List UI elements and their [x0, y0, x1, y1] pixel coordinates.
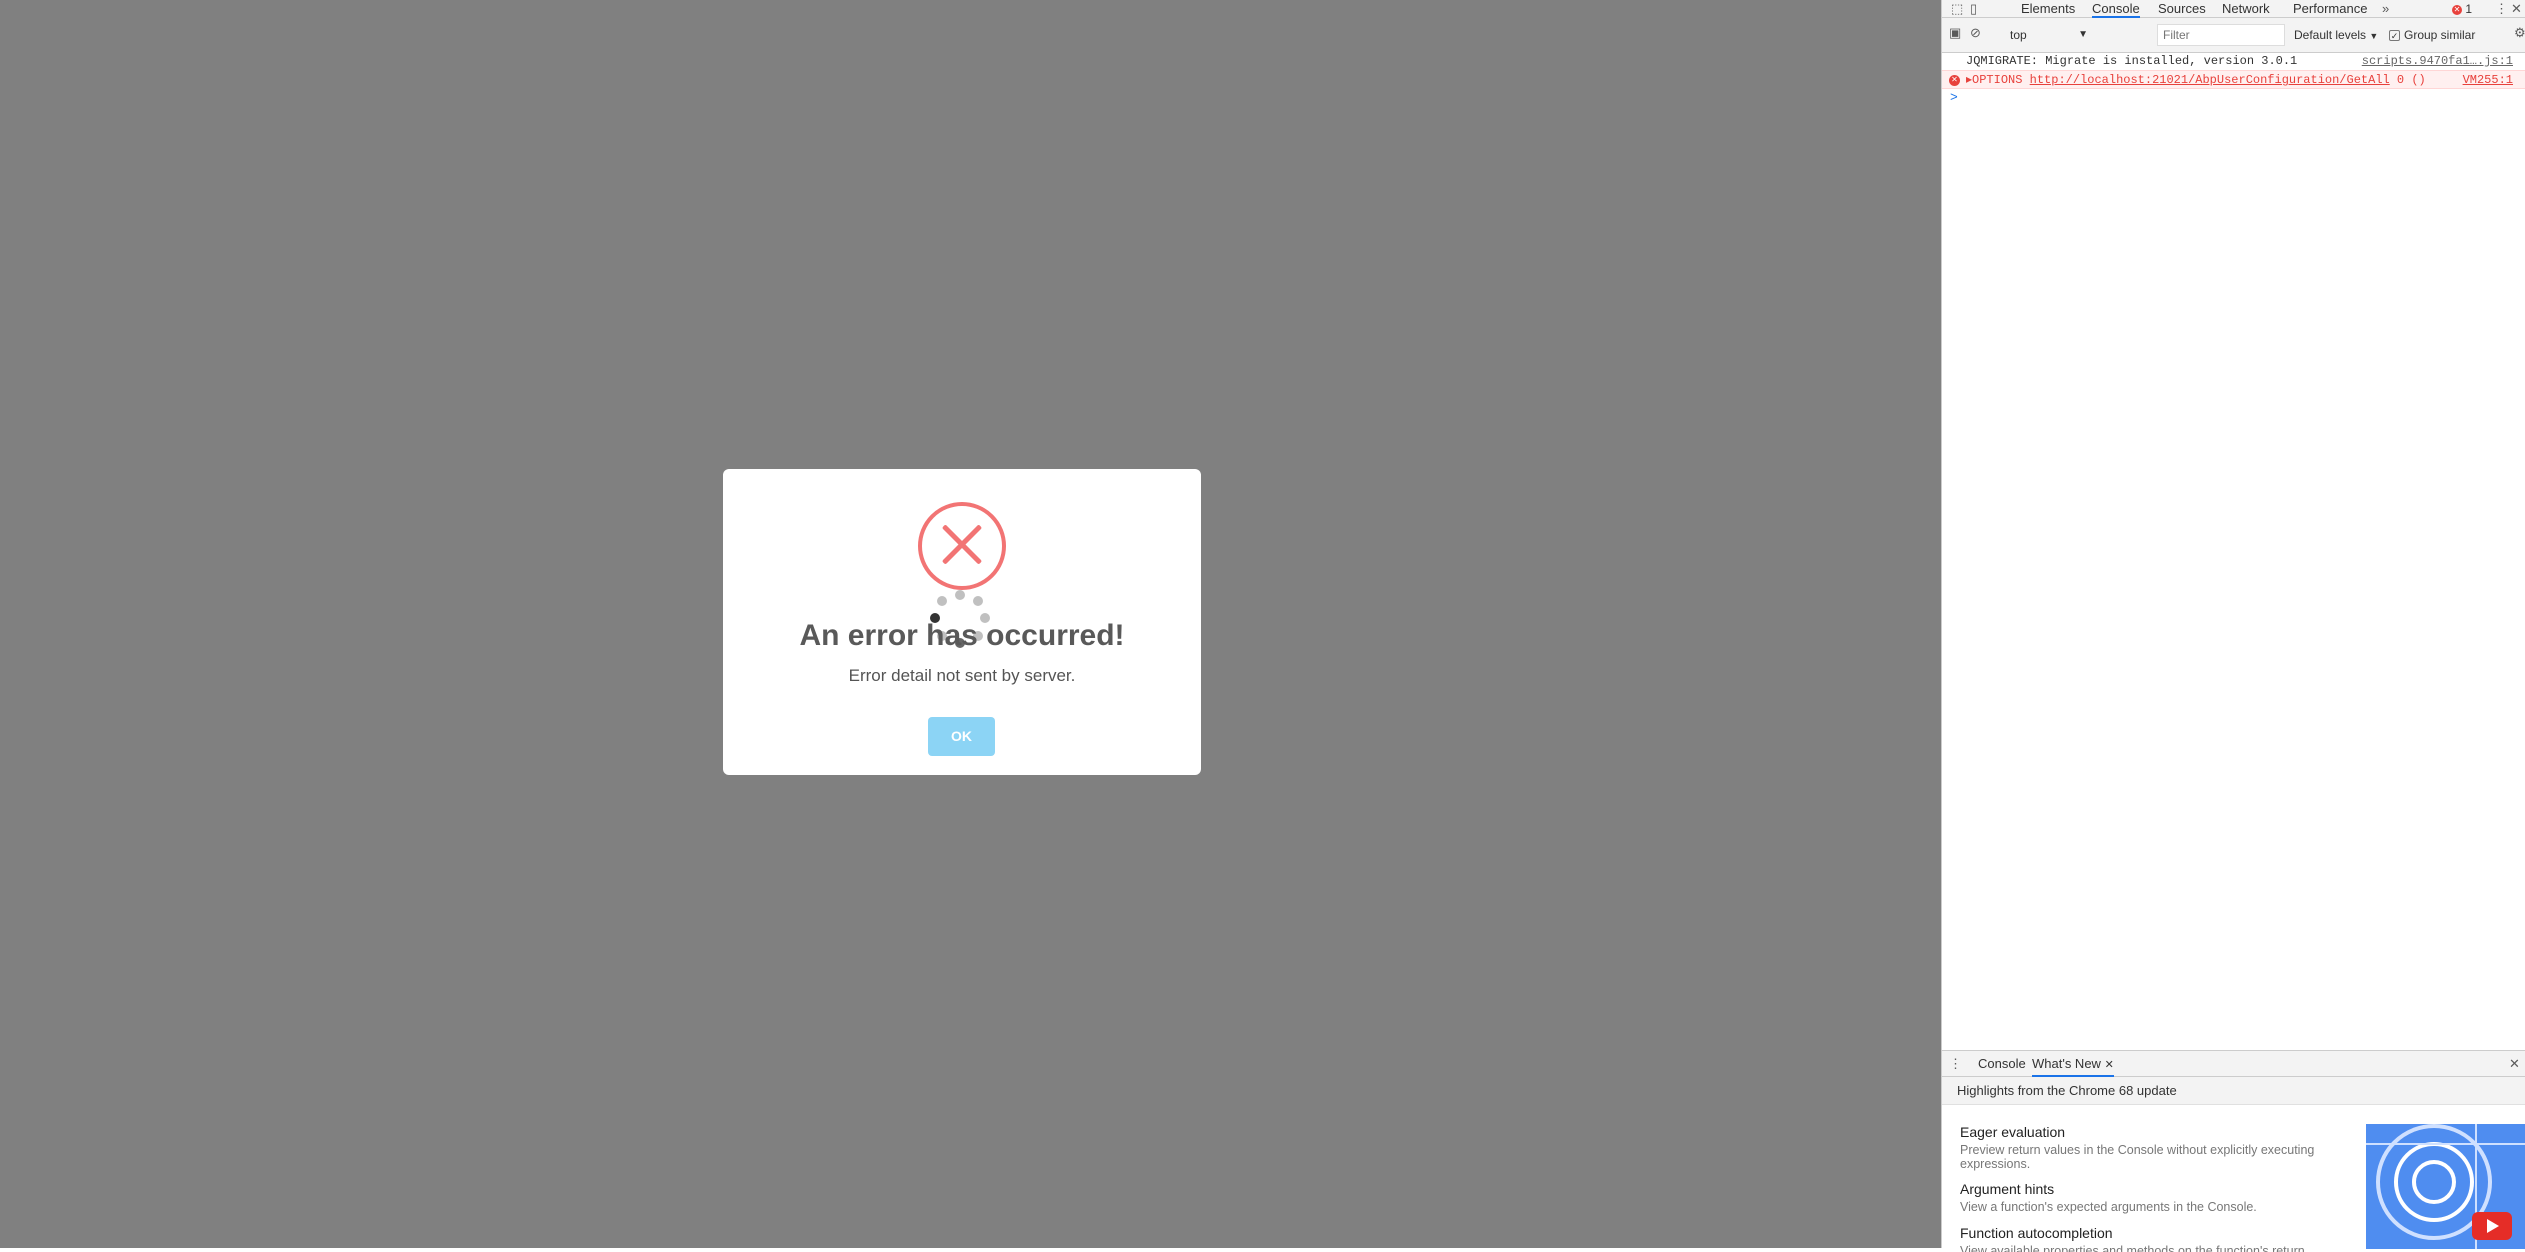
group-similar-checkbox[interactable]: ✓ Group similar: [2389, 24, 2475, 46]
context-select[interactable]: top ▼: [2010, 25, 2088, 45]
devtools-tabbar: ⬚ ▯ Elements Console Sources Network Per…: [1942, 0, 2525, 18]
dialog-message: Error detail not sent by server.: [848, 666, 1076, 685]
feature-title: Argument hints: [1960, 1181, 2055, 1197]
feature-desc: View available properties and methods on…: [1960, 1244, 2305, 1252]
ok-button[interactable]: OK: [928, 717, 995, 756]
log-url-link[interactable]: http://localhost:21021/AbpUserConfigurat…: [2030, 73, 2390, 87]
tab-elements[interactable]: Elements: [2021, 0, 2075, 18]
error-icon: ✕: [2452, 4, 2462, 15]
devtools-drawer: ⋮ Console What's New ✕ ✕ Highlights from…: [1942, 1050, 2525, 1252]
feature-desc: View a function's expected arguments in …: [1960, 1200, 2257, 1214]
context-value: top: [2010, 28, 2027, 42]
error-count-value: 1: [2465, 2, 2473, 16]
settings-gear-icon[interactable]: ⚙: [2514, 24, 2525, 42]
dropdown-caret-icon: ▼: [2369, 31, 2379, 41]
error-counter[interactable]: ✕ 1: [2452, 0, 2472, 18]
error-icon: ✕: [1949, 75, 1960, 86]
drawer-menu-icon[interactable]: ⋮: [1949, 1055, 1962, 1073]
log-status: 0 (): [2396, 73, 2426, 87]
feature-item[interactable]: Argument hints View a function's expecte…: [1960, 1181, 2340, 1214]
sidebar-toggle-icon[interactable]: ▣: [1949, 24, 1961, 42]
log-method: OPTIONS: [1972, 73, 2023, 87]
filter-input[interactable]: [2157, 24, 2285, 46]
feature-title: Function autocompletion: [1960, 1225, 2113, 1241]
menu-kebab-icon[interactable]: ⋮: [2495, 0, 2508, 18]
dropdown-caret-icon: ▼: [2078, 29, 2088, 40]
log-source-link[interactable]: scripts.9470fa1….js:1: [2362, 52, 2513, 71]
levels-label: Default levels: [2294, 28, 2367, 42]
dialog-title: An error has occurred!: [799, 619, 1125, 652]
feature-item[interactable]: Function autocompletion View available p…: [1960, 1225, 2340, 1252]
drawer-tab-label: What's New: [2032, 1056, 2101, 1071]
console-error-entry: ✕ ▸OPTIONS http://localhost:21021/AbpUse…: [1942, 70, 2525, 89]
console-prompt[interactable]: >: [1950, 90, 1958, 105]
checkbox-checked-icon: ✓: [2389, 30, 2400, 42]
group-similar-label: Group similar: [2404, 28, 2476, 42]
log-text: JQMIGRATE: Migrate is installed, version…: [1966, 54, 2298, 68]
error-x-icon: [918, 502, 1006, 590]
close-devtools-icon[interactable]: ✕: [2511, 0, 2522, 18]
more-tabs-icon[interactable]: »: [2382, 0, 2389, 18]
tab-sources[interactable]: Sources: [2158, 0, 2206, 18]
tab-performance[interactable]: Performance: [2293, 0, 2367, 18]
devtools-panel: ⬚ ▯ Elements Console Sources Network Per…: [1941, 0, 2525, 1252]
chrome-graphic-icon: [2366, 1124, 2525, 1249]
close-tab-icon[interactable]: ✕: [2105, 1059, 2114, 1071]
tab-network[interactable]: Network: [2222, 0, 2270, 18]
tab-console[interactable]: Console: [2092, 0, 2140, 18]
console-toolbar: ▣ ⊘ top ▼ Default levels ▼ ✓ Group simila…: [1942, 18, 2525, 53]
page-overlay: An error has occurred! Error detail not …: [0, 0, 1941, 1248]
drawer-tab-whats-new[interactable]: What's New ✕: [2032, 1051, 2114, 1077]
video-thumbnail[interactable]: [2366, 1124, 2525, 1249]
log-source-link[interactable]: VM255:1: [2463, 71, 2513, 90]
error-dialog: An error has occurred! Error detail not …: [723, 469, 1201, 775]
close-drawer-icon[interactable]: ✕: [2509, 1055, 2520, 1073]
drawer-tabbar: ⋮ Console What's New ✕ ✕: [1942, 1051, 2525, 1077]
drawer-tab-console[interactable]: Console: [1978, 1051, 2026, 1077]
feature-title: Eager evaluation: [1960, 1124, 2066, 1140]
clear-console-icon[interactable]: ⊘: [1970, 24, 1981, 42]
device-toolbar-icon[interactable]: ▯: [1970, 0, 1977, 18]
feature-desc: Preview return values in the Console wit…: [1960, 1143, 2315, 1171]
console-log-entry: JQMIGRATE: Migrate is installed, version…: [1942, 52, 2525, 71]
whats-new-header: Highlights from the Chrome 68 update: [1942, 1077, 2525, 1105]
feature-item[interactable]: Eager evaluation Preview return values i…: [1960, 1124, 2340, 1171]
inspect-element-icon[interactable]: ⬚: [1951, 0, 1963, 18]
levels-dropdown[interactable]: Default levels ▼: [2294, 24, 2378, 47]
